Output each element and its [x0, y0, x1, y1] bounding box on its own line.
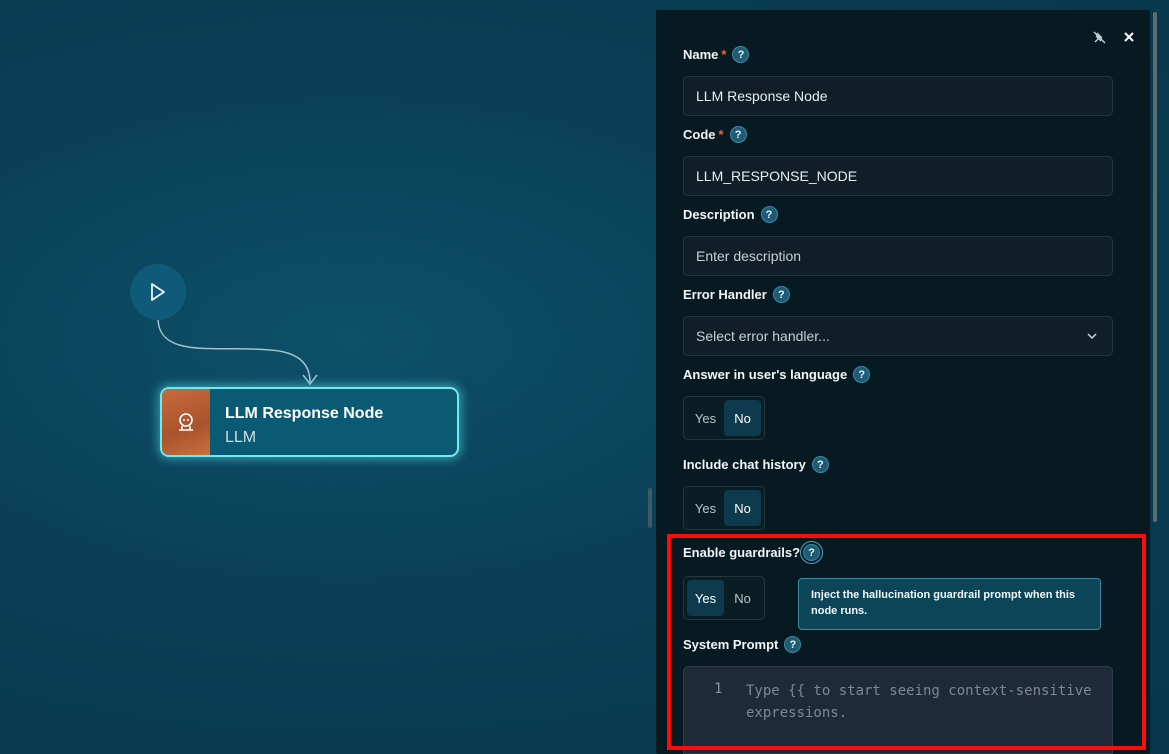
guardrails-tooltip: Inject the hallucination guardrail promp… — [798, 578, 1101, 630]
chevron-down-icon — [1087, 333, 1097, 340]
system-prompt-placeholder: Type {{ to start seeing context-sensitiv… — [746, 683, 1092, 721]
node-title: LLM Response Node — [225, 405, 384, 422]
system-prompt-label: System Prompt ? — [683, 636, 802, 653]
play-icon — [151, 283, 165, 301]
help-icon[interactable]: ? — [853, 366, 871, 383]
unpin-icon[interactable] — [1092, 30, 1106, 44]
guardrails-toggle: Yes No — [683, 576, 765, 620]
answer-language-toggle: Yes No — [683, 396, 765, 440]
chat-history-no[interactable]: No — [724, 490, 761, 526]
name-input[interactable]: LLM Response Node — [683, 76, 1113, 116]
system-prompt-editor[interactable]: 1 Type {{ to start seeing context-sensit… — [683, 666, 1113, 754]
answer-language-label: Answer in user's language ? — [683, 366, 871, 383]
edge-start-to-llm — [157, 317, 318, 386]
panel-resize-handle[interactable] — [648, 488, 652, 528]
help-icon[interactable]: ? — [772, 286, 790, 303]
chat-history-yes[interactable]: Yes — [687, 490, 724, 526]
code-input[interactable]: LLM_RESPONSE_NODE — [683, 156, 1113, 196]
code-label: Code * ? — [683, 126, 747, 143]
help-icon[interactable]: ? — [760, 206, 778, 223]
error-handler-label: Error Handler ? — [683, 286, 790, 303]
help-icon[interactable]: ? — [732, 46, 750, 63]
panel-scrollbar[interactable] — [1153, 12, 1157, 522]
answer-language-yes[interactable]: Yes — [687, 400, 724, 436]
name-label: Name * ? — [683, 46, 750, 63]
workflow-canvas[interactable]: LLM Response Node LLM — [0, 0, 656, 754]
required-marker: * — [718, 127, 724, 142]
chat-history-toggle: Yes No — [683, 486, 765, 530]
help-icon[interactable]: ? — [811, 456, 829, 473]
llm-response-node[interactable]: LLM Response Node LLM — [160, 387, 459, 457]
guardrails-yes[interactable]: Yes — [687, 580, 724, 616]
help-icon[interactable]: ? — [729, 126, 747, 143]
answer-language-no[interactable]: No — [724, 400, 761, 436]
chat-history-label: Include chat history ? — [683, 456, 829, 473]
guardrails-label: Enable guardrails? ? — [683, 544, 821, 561]
error-handler-value: Select error handler... — [696, 328, 830, 344]
guardrails-no[interactable]: No — [724, 580, 761, 616]
close-icon[interactable] — [1122, 30, 1136, 44]
help-icon[interactable]: ? — [803, 544, 821, 561]
required-marker: * — [721, 47, 727, 62]
start-node[interactable] — [130, 264, 186, 320]
error-handler-select[interactable]: Select error handler... — [683, 316, 1113, 356]
description-label: Description ? — [683, 206, 778, 223]
node-type: LLM — [225, 429, 257, 446]
robot-icon — [162, 389, 210, 455]
description-input[interactable]: Enter description — [683, 236, 1113, 276]
help-icon[interactable]: ? — [784, 636, 802, 653]
line-number: 1 — [714, 681, 723, 697]
